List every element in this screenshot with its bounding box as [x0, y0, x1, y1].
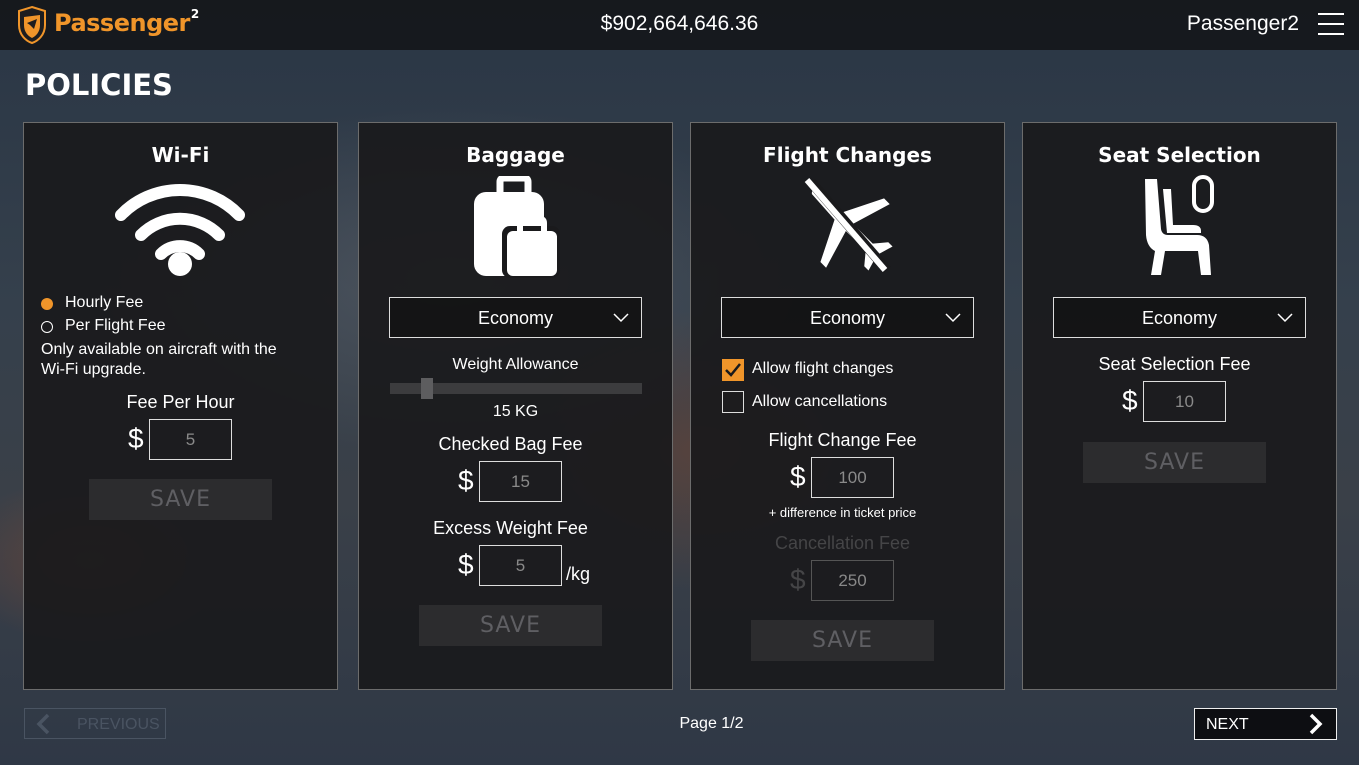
wifi-fee-input[interactable] [149, 419, 232, 460]
hourly-fee-radio[interactable] [41, 298, 53, 310]
hourly-fee-label: Hourly Fee [65, 294, 144, 311]
excess-weight-fee-label: Excess Weight Fee [433, 518, 588, 538]
flight-change-fee-label: Flight Change Fee [768, 430, 917, 450]
weight-allowance-label: Weight Allowance [452, 356, 579, 373]
luggage-icon [474, 176, 560, 278]
baggage-class-value: Economy [477, 308, 554, 328]
chevron-right-icon [1309, 713, 1323, 735]
seat-selection-save-button[interactable]: SAVE [1083, 442, 1266, 483]
next-button[interactable]: NEXT [1194, 708, 1337, 740]
cancellation-currency: $ [790, 564, 806, 595]
flight-changes-card: Flight Changes Economy Allow flight chan… [690, 122, 1005, 690]
flight-changes-class-select[interactable]: Economy [721, 297, 974, 338]
page-title: POLICIES [25, 68, 173, 102]
seat-selection-title: Seat Selection [1098, 143, 1261, 167]
flight-change-fee-input[interactable] [811, 457, 894, 498]
cancellation-fee-input [811, 560, 894, 601]
flight-changes-save-button[interactable]: SAVE [751, 620, 934, 661]
weight-slider-thumb[interactable] [421, 378, 434, 399]
flight-changes-class-value: Economy [809, 308, 886, 328]
flight-change-currency: $ [790, 461, 806, 492]
wifi-note-line2: Wi-Fi upgrade. [41, 361, 146, 378]
chevron-down-icon [1277, 313, 1293, 323]
baggage-card: Baggage Economy Weight Allowance 15 KG C… [358, 122, 673, 690]
fee-per-hour-label: Fee Per Hour [126, 392, 235, 412]
next-label: NEXT [1206, 716, 1249, 733]
seat-selection-card: Seat Selection Economy Seat Selection Fe… [1022, 122, 1337, 690]
checkmark-icon [725, 363, 741, 377]
wifi-card: Wi-Fi Hourly Fee Per Flight Fee Only ava… [23, 122, 338, 690]
seat-selection-fee-label: Seat Selection Fee [1098, 354, 1251, 374]
top-bar: Passenger2 $902,664,646.36 Passenger2 [0, 0, 1359, 50]
wifi-icon [115, 183, 245, 276]
allow-flight-changes-label: Allow flight changes [752, 360, 894, 377]
wifi-currency-symbol: $ [128, 423, 144, 454]
allow-flight-changes-checkbox[interactable] [722, 359, 744, 381]
checked-bag-fee-input[interactable] [479, 461, 562, 502]
wifi-save-button[interactable]: SAVE [89, 479, 272, 520]
seat-class-select[interactable]: Economy [1053, 297, 1306, 338]
checked-bag-fee-label: Checked Bag Fee [438, 434, 583, 454]
hamburger-menu-icon[interactable] [1318, 13, 1344, 37]
cancellation-fee-label: Cancellation Fee [774, 533, 911, 553]
username[interactable]: Passenger2 [1187, 12, 1299, 36]
seat-selection-fee-input[interactable] [1143, 381, 1226, 422]
checked-bag-currency: $ [458, 465, 474, 496]
baggage-title: Baggage [466, 143, 565, 167]
baggage-save-button[interactable]: SAVE [419, 605, 602, 646]
flight-changes-title: Flight Changes [763, 143, 932, 167]
weight-value: 15 KG [492, 403, 539, 420]
per-flight-fee-label: Per Flight Fee [65, 317, 166, 334]
seat-class-value: Economy [1141, 308, 1218, 328]
allow-cancellations-label: Allow cancellations [752, 393, 888, 410]
allow-cancellations-checkbox[interactable] [722, 391, 744, 413]
per-flight-fee-radio[interactable] [41, 321, 53, 333]
wifi-title: Wi-Fi [151, 143, 210, 167]
chevron-down-icon [945, 313, 961, 323]
seat-icon [1145, 175, 1214, 275]
seat-selection-currency: $ [1122, 385, 1138, 416]
page-indicator: Page 1/2 [679, 715, 744, 732]
balance-display: $902,664,646.36 [600, 12, 759, 35]
excess-weight-unit: /kg [566, 564, 591, 584]
chevron-down-icon [613, 313, 629, 323]
excess-weight-currency: $ [458, 549, 474, 580]
excess-weight-fee-input[interactable] [479, 545, 562, 586]
wifi-note-line1: Only available on aircraft with the [41, 341, 277, 358]
baggage-class-select[interactable]: Economy [389, 297, 642, 338]
flight-change-fee-note: + difference in ticket price [768, 505, 917, 520]
airplane-crossed-icon [804, 178, 893, 274]
